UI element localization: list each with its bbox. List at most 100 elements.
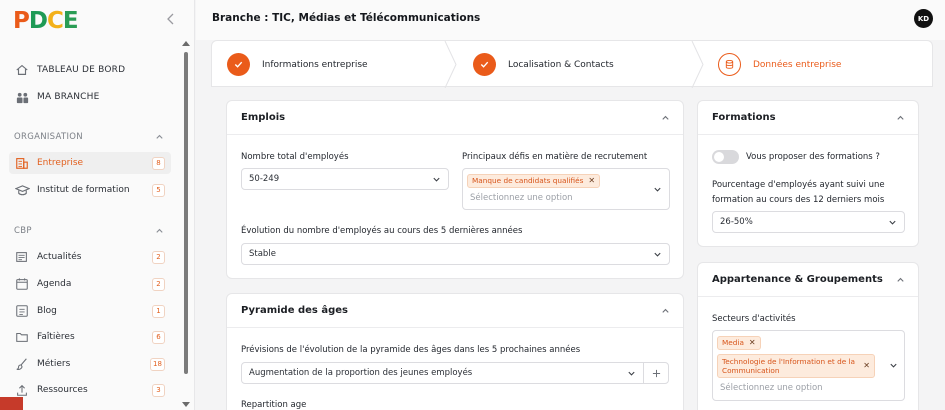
- sidebar-item-label: MA BRANCHE: [37, 92, 100, 102]
- tag-label: Media: [722, 338, 744, 348]
- chevron-up-icon[interactable]: [660, 305, 671, 316]
- step-donnees-entreprise[interactable]: Données entreprise: [718, 41, 841, 88]
- sidebar-item-label: Entreprise: [37, 158, 84, 168]
- propose-formations-toggle[interactable]: [712, 150, 739, 164]
- count-badge: 8: [152, 156, 165, 170]
- add-option-button[interactable]: [643, 362, 669, 384]
- logo-letter-d: D: [28, 8, 48, 34]
- remove-tag-icon[interactable]: ✕: [588, 176, 595, 186]
- emplois-card: Emplois Nombre total d'employés 50-249 P…: [226, 100, 684, 279]
- card-title: Emplois: [241, 112, 286, 123]
- scroll-down-arrow-icon[interactable]: [182, 402, 190, 408]
- formations-card: Formations Vous proposer des formations …: [697, 100, 919, 247]
- home-icon: [14, 62, 30, 78]
- chevron-up-icon[interactable]: [154, 131, 166, 143]
- chevron-down-icon: [653, 250, 662, 259]
- sidebar-item-label: TABLEAU DE BORD: [37, 65, 126, 75]
- step-localisation-contacts[interactable]: Localisation & Contacts: [473, 41, 614, 88]
- graduation-icon: [14, 182, 30, 198]
- pourcentage-formation-select[interactable]: 26-50%: [712, 211, 905, 233]
- sidebar-item-label: Faîtières: [37, 332, 75, 342]
- field-label-pourcentage-line1: Pourcentage d'employés ayant suivi une: [712, 180, 885, 190]
- card-title: Formations: [712, 112, 776, 123]
- sidebar-item-blog[interactable]: Blog 1: [9, 300, 171, 322]
- toggle-knob: [714, 152, 724, 162]
- newspaper-icon: [14, 249, 30, 265]
- evolution-employes-select[interactable]: Stable: [241, 243, 670, 265]
- stepper: Informations entreprise Localisation & C…: [211, 40, 933, 88]
- count-badge: 2: [152, 250, 165, 264]
- select-value: Augmentation de la proportion des jeunes…: [249, 368, 473, 378]
- count-badge: 2: [152, 277, 165, 291]
- multiselect-placeholder: Sélectionnez une option: [720, 383, 823, 393]
- brush-icon: [14, 356, 30, 372]
- card-title: Appartenance & Groupements: [712, 274, 883, 285]
- sidebar-item-ressources[interactable]: Ressources 3: [9, 379, 171, 401]
- building-icon: [14, 155, 30, 171]
- count-badge: 1: [152, 304, 165, 318]
- folder-icon: [14, 329, 30, 345]
- step-informations-entreprise[interactable]: Informations entreprise: [227, 41, 368, 88]
- collapse-sidebar-icon[interactable]: [164, 12, 178, 26]
- remove-tag-icon[interactable]: ✕: [749, 338, 756, 348]
- section-title-organisation: ORGANISATION: [14, 132, 83, 142]
- chevron-down-icon: [627, 369, 636, 378]
- chevron-up-icon[interactable]: [660, 112, 671, 123]
- sidebar-item-metiers[interactable]: Métiers 18: [9, 353, 171, 375]
- select-value: Stable: [249, 249, 276, 259]
- scroll-up-arrow-icon[interactable]: [182, 40, 190, 46]
- card-header[interactable]: Emplois: [227, 101, 683, 135]
- selected-tag: Manque de candidats qualifiés ✕: [467, 174, 601, 188]
- defis-recrutement-multiselect[interactable]: Manque de candidats qualifiés ✕ Sélectio…: [462, 168, 670, 210]
- count-badge: 3: [152, 383, 165, 397]
- pyramide-ages-card: Pyramide des âges Prévisions de l'évolut…: [226, 293, 684, 410]
- prevision-pyramide-select[interactable]: Augmentation de la proportion des jeunes…: [241, 362, 644, 384]
- appartenance-groupements-card: Appartenance & Groupements Secteurs d'ac…: [697, 262, 919, 410]
- sidebar-item-entreprise[interactable]: Entreprise 8: [9, 152, 171, 174]
- sidebar-item-ma-branche[interactable]: MA BRANCHE: [9, 86, 171, 108]
- database-icon: [718, 53, 741, 76]
- step-label: Informations entreprise: [262, 59, 368, 70]
- sidebar-item-institut-de-formation[interactable]: Institut de formation 5: [9, 179, 171, 201]
- card-header[interactable]: Pyramide des âges: [227, 294, 683, 328]
- card-title: Pyramide des âges: [241, 305, 348, 316]
- pdce-logo[interactable]: P D C E: [13, 6, 79, 36]
- selected-tag: Technologie de l'Information et de la Co…: [717, 354, 875, 378]
- tag-label-continued: Communication: [722, 366, 780, 375]
- plus-icon: [652, 369, 661, 378]
- total-employes-select[interactable]: 50-249: [241, 168, 449, 190]
- page-title: Branche : TIC, Médias et Télécommunicati…: [212, 12, 481, 24]
- chevron-up-icon[interactable]: [895, 274, 906, 285]
- toggle-label: Vous proposer des formations ?: [746, 152, 880, 162]
- field-label-defis-recrutement: Principaux défis en matière de recruteme…: [462, 152, 648, 162]
- sidebar-item-agenda[interactable]: Agenda 2: [9, 273, 171, 295]
- remove-tag-icon[interactable]: ✕: [863, 361, 870, 371]
- secteurs-activites-multiselect[interactable]: Media ✕ Technologie de l'Information et …: [712, 330, 905, 401]
- sidebar-item-label: Blog: [37, 306, 57, 316]
- chevron-up-icon[interactable]: [895, 112, 906, 123]
- checkmark-icon: [227, 53, 250, 76]
- chevron-up-icon[interactable]: [154, 225, 166, 237]
- card-header[interactable]: Formations: [698, 101, 918, 135]
- chevron-down-icon: [653, 185, 662, 194]
- sidebar-item-tableau-de-bord[interactable]: TABLEAU DE BORD: [9, 59, 171, 81]
- field-label-prevision-pyramide: Prévisions de l'évolution de la pyramide…: [241, 345, 581, 355]
- count-badge: 18: [150, 357, 165, 371]
- sidebar-item-faitieres[interactable]: Faîtières 6: [9, 326, 171, 348]
- select-value: 50-249: [249, 174, 280, 184]
- card-header[interactable]: Appartenance & Groupements: [698, 263, 918, 297]
- chevron-down-icon: [889, 361, 898, 370]
- logo-letter-e: E: [62, 8, 79, 34]
- sidebar-item-label: Actualités: [37, 252, 82, 262]
- calendar-icon: [14, 276, 30, 292]
- field-label-pourcentage-line2: formation au cours des 12 derniers mois: [712, 195, 885, 205]
- selected-tag: Media ✕: [717, 336, 761, 350]
- avatar[interactable]: KD: [914, 9, 933, 28]
- logo-letter-c: C: [46, 8, 64, 34]
- sidebar-item-actualites[interactable]: Actualités 2: [9, 246, 171, 268]
- step-separator-chevron: [691, 41, 705, 88]
- sidebar-scrollbar[interactable]: [184, 52, 188, 374]
- sidebar-item-label: Ressources: [37, 385, 88, 395]
- taskbar-app-icon[interactable]: [0, 397, 23, 410]
- checkmark-icon: [473, 53, 496, 76]
